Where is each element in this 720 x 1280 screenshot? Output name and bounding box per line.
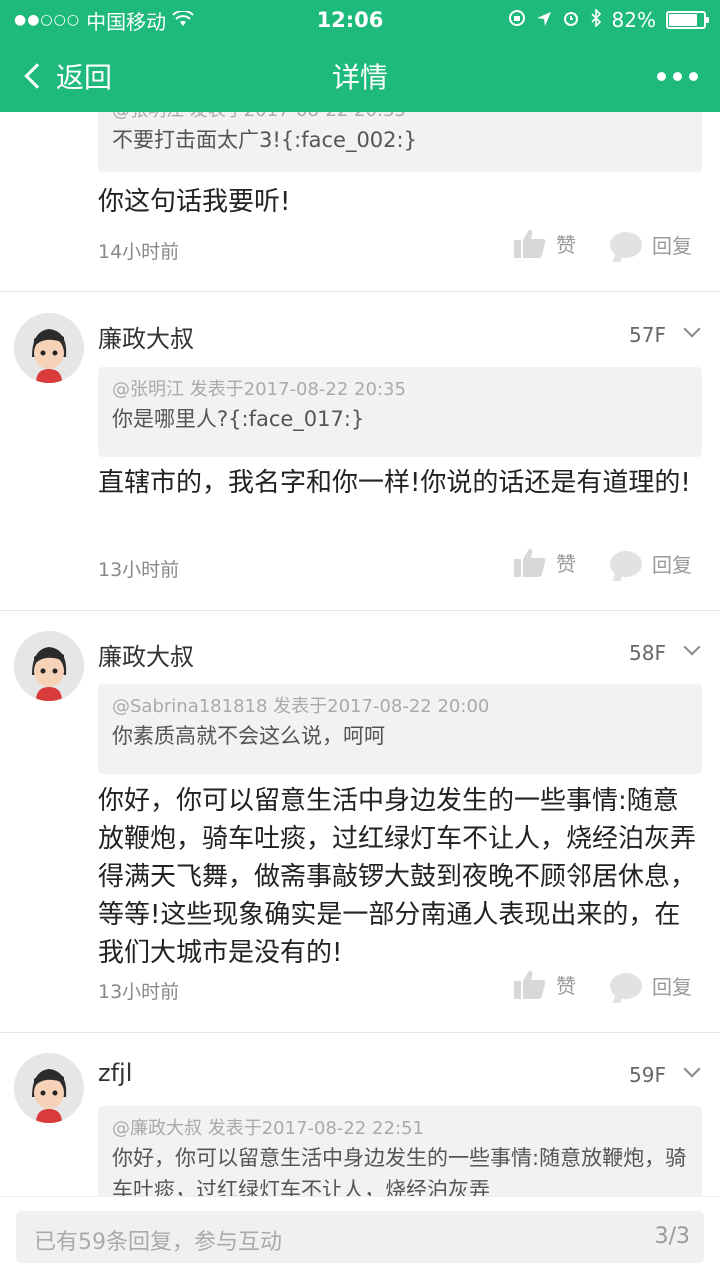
location-icon [536, 8, 552, 32]
like-label: 赞 [556, 973, 576, 998]
reply-button[interactable]: 回复 [610, 549, 692, 578]
quote-block: @张明江 发表于2017-08-22 20:35 你是哪里人?{:face_01… [98, 367, 702, 457]
like-label: 赞 [556, 232, 576, 257]
quote-header: @Sabrina181818 发表于2017-08-22 20:00 [112, 696, 490, 717]
reply-item: 廉政大叔 57F @张明江 发表于2017-08-22 20:35 你是哪里人?… [0, 293, 720, 611]
avatar[interactable] [14, 313, 84, 383]
quote-header: @廉政大叔 发表于2017-08-22 22:51 [112, 1118, 424, 1139]
page-title: 详情 [331, 61, 388, 94]
alarm-icon [562, 8, 580, 32]
reply-body: 你好，你可以留意生活中身边发生的一些事情:随意放鞭炮，骑车吐痰，过红绿灯车不让人… [98, 786, 697, 968]
reply-label: 回复 [652, 553, 692, 577]
quote-block: @Sabrina181818 发表于2017-08-22 20:00 你素质高就… [98, 684, 702, 774]
quote-header: @张明江 发表于2017-08-22 20:35 [112, 112, 688, 124]
username[interactable]: 廉政大叔 [98, 637, 194, 672]
reply-body: 直辖市的，我名字和你一样!你说的话还是有道理的! [98, 468, 691, 498]
status-time: 12:06 [316, 8, 384, 32]
more-dot-icon [657, 71, 666, 81]
quote-block: @张明江 发表于2017-08-22 20:35 不要打击面太广3!{:face… [98, 112, 702, 172]
reply-time: 13小时前 [98, 981, 180, 1003]
chevron-down-icon[interactable] [683, 638, 701, 656]
bluetooth-icon [590, 8, 602, 32]
reply-list[interactable]: @张明江 发表于2017-08-22 20:35 不要打击面太广3!{:face… [0, 112, 720, 1196]
quote-body: 你素质高就不会这么说，呵呵 [112, 724, 385, 748]
like-button[interactable]: 赞 [514, 969, 576, 999]
page-indicator[interactable]: 3/3 [655, 1224, 690, 1249]
reply-item: 廉政大叔 58F @Sabrina181818 发表于2017-08-22 20… [0, 611, 720, 1033]
reply-body: 你这句话我要听! [98, 187, 291, 217]
quote-body: 你是哪里人?{:face_017:} [112, 407, 365, 431]
reply-button[interactable]: 回复 [610, 971, 692, 1000]
wifi-icon [172, 8, 194, 32]
username[interactable]: zfjl [98, 1059, 132, 1087]
thumb-up-icon [514, 228, 546, 258]
username[interactable]: 廉政大叔 [98, 319, 194, 354]
quote-body: 你好，你可以留意生活中身边发生的一些事情:随意放鞭炮，骑车吐痰，过红绿灯车不让人… [112, 1146, 687, 1196]
avatar[interactable] [14, 631, 84, 701]
floor-number: 58F [629, 641, 666, 665]
like-button[interactable]: 赞 [514, 547, 576, 577]
floor-number: 59F [629, 1063, 666, 1087]
like-button[interactable]: 赞 [514, 228, 576, 258]
battery-percent: 82% [611, 8, 656, 32]
chevron-down-icon[interactable] [683, 320, 701, 338]
reply-time: 13小时前 [98, 559, 180, 581]
reply-input[interactable]: 已有59条回复，参与互动 3/3 [16, 1211, 704, 1263]
battery-fill [669, 14, 697, 26]
reply-item: @张明江 发表于2017-08-22 20:35 不要打击面太广3!{:face… [0, 112, 720, 292]
more-dot-icon [673, 71, 682, 81]
comment-icon [610, 972, 642, 999]
more-menu-button[interactable] [657, 40, 698, 112]
signal-icon: ●●○○○ [14, 12, 81, 28]
floor-number: 57F [629, 323, 666, 347]
lock-rotation-icon [508, 8, 526, 32]
thumb-up-icon [514, 969, 546, 999]
quote-block: @廉政大叔 发表于2017-08-22 22:51 你好，你可以留意生活中身边发… [98, 1106, 702, 1196]
quote-body: 不要打击面太广3!{:face_002:} [112, 128, 417, 152]
thumb-up-icon [514, 547, 546, 577]
reply-item: zfjl 59F @廉政大叔 发表于2017-08-22 22:51 你好，你可… [0, 1033, 720, 1196]
bottom-reply-bar: 已有59条回复，参与互动 3/3 [0, 1196, 720, 1280]
reply-button[interactable]: 回复 [610, 230, 692, 259]
nav-bar: 返回 详情 [0, 40, 720, 112]
reply-label: 回复 [652, 234, 692, 258]
comment-icon [610, 231, 642, 258]
reply-label: 回复 [652, 975, 692, 999]
comment-icon [610, 550, 642, 577]
like-label: 赞 [556, 551, 576, 576]
quote-header: @张明江 发表于2017-08-22 20:35 [112, 379, 406, 400]
avatar[interactable] [14, 1053, 84, 1123]
status-bar: ●●○○○ 中国移动 12:06 82% [0, 0, 720, 40]
reply-time: 14小时前 [98, 241, 180, 263]
reply-input-placeholder: 已有59条回复，参与互动 [34, 1230, 282, 1255]
chevron-down-icon[interactable] [683, 1060, 701, 1078]
more-dot-icon [689, 71, 698, 81]
battery-icon [666, 11, 709, 29]
carrier-label: 中国移动 [86, 9, 167, 34]
